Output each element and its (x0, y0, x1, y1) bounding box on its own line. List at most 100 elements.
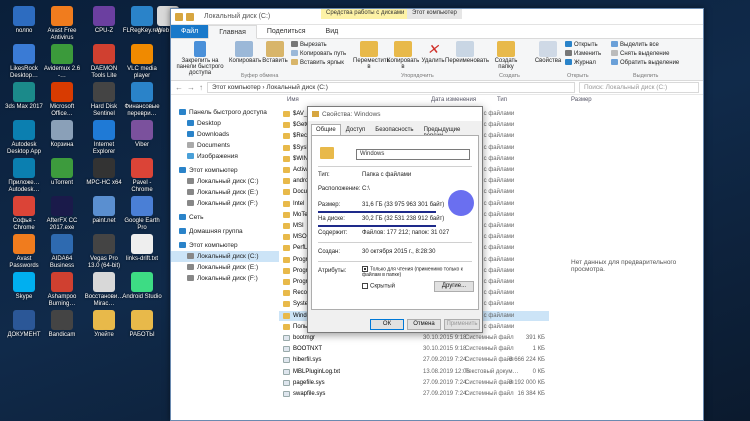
desktop-icon[interactable]: AIDA64 Business (42, 234, 82, 270)
desktop-icon[interactable]: Софья - Chrome (4, 196, 44, 232)
folder-icon[interactable] (186, 12, 194, 21)
copy-path-button[interactable]: Копировать путь (291, 50, 346, 59)
move-to-button[interactable]: Переместить в (353, 41, 390, 70)
desktop-icon[interactable]: Google Earth Pro (122, 196, 162, 232)
desktop-icon[interactable]: Vegas Pro 13.0 (64-bit) (84, 234, 124, 270)
tab-file[interactable]: Файл (171, 25, 209, 38)
file-row[interactable]: bootmgr 30.10.2015 9:18 Системный файл 391 … (279, 333, 549, 343)
tab-home[interactable]: Главная (208, 25, 257, 39)
nav-item[interactable]: Локальный диск (F:) (171, 198, 279, 209)
tab-share[interactable]: Поделиться (257, 25, 316, 38)
open-button[interactable]: Открыть (565, 41, 598, 50)
desktop-icon[interactable]: uTorrent (42, 158, 82, 187)
desktop-icon[interactable]: nолпо (4, 6, 44, 35)
nav-item[interactable]: Локальный диск (C:) (171, 176, 279, 187)
desktop-icon[interactable]: Microsoft Office… (42, 82, 82, 118)
nav-item[interactable]: Домашняя группа (171, 226, 279, 237)
desktop-icon[interactable]: AfterFX CC 2017.exe (42, 196, 82, 232)
back-icon[interactable]: ← (175, 83, 183, 92)
new-folder-button[interactable]: Создать папку (491, 41, 521, 70)
desktop-icon[interactable]: Pavel - Chrome (122, 158, 162, 194)
tab-view[interactable]: Вид (316, 25, 349, 38)
desktop-icon[interactable]: VLC media player (122, 44, 162, 80)
nav-item[interactable]: Сеть (171, 212, 279, 223)
nav-item[interactable]: Desktop (171, 118, 279, 129)
file-date: 27.09.2019 7:24 (423, 379, 467, 386)
hidden-checkbox-box[interactable] (362, 283, 368, 289)
column-type[interactable]: Тип (497, 97, 507, 103)
nav-item[interactable]: Локальный диск (F:) (171, 273, 279, 284)
desktop-icon[interactable]: 3ds Max 2017 (4, 82, 44, 111)
invert-selection-button[interactable]: Обратить выделение (611, 59, 679, 68)
nav-item[interactable]: Downloads (171, 129, 279, 140)
address-bar[interactable]: Этот компьютер › Локальный диск (C:) (207, 82, 575, 93)
column-date[interactable]: Дата изменения (431, 97, 476, 103)
desktop-icon[interactable]: MPC-HC x64 (84, 158, 124, 187)
desktop-icon[interactable]: Финансовые переври… (122, 82, 162, 118)
pin-button[interactable]: Закрепить на панели быстрого доступа (175, 41, 225, 76)
nav-item[interactable]: Этот компьютер (171, 240, 279, 251)
column-size[interactable]: Размер (571, 97, 592, 103)
desktop-icon[interactable]: LikesRock Desktop… (4, 44, 44, 80)
edit-button[interactable]: Изменить (565, 50, 601, 59)
desktop-icon[interactable]: Avast Free Antivirus (42, 6, 82, 42)
search-input[interactable]: Поиск: Локальный диск (C:) (579, 82, 699, 93)
copy-to-button[interactable]: Копировать в (387, 41, 419, 70)
ok-button[interactable]: ОК (370, 319, 404, 330)
desktop-icon[interactable]: Корзина (42, 120, 82, 149)
desktop-icon[interactable]: Hard Disk Sentinel (84, 82, 124, 118)
paste-button[interactable]: Вставить (261, 41, 289, 64)
nav-item[interactable]: Локальный диск (C:) (171, 251, 279, 262)
save-icon[interactable] (175, 12, 183, 21)
desktop-icon[interactable]: paint.net (84, 196, 124, 225)
forward-icon[interactable]: → (187, 83, 195, 92)
select-all-button[interactable]: Выделить все (611, 41, 659, 50)
desktop-icon[interactable]: Bandicam (42, 310, 82, 339)
select-none-button[interactable]: Снять выделение (611, 50, 669, 59)
cancel-button[interactable]: Отмена (407, 319, 441, 330)
desktop-icon[interactable]: Autodesk Desktop App (4, 120, 44, 156)
desktop-icon[interactable]: Skype (4, 272, 44, 301)
desktop-icon[interactable]: РАБОТЫ (122, 310, 162, 339)
hidden-checkbox[interactable]: Скрытый (362, 283, 395, 290)
desktop-icon[interactable]: Viber (122, 120, 162, 149)
nav-item[interactable]: Панель быстрого доступа (171, 107, 279, 118)
nav-item[interactable]: Локальный диск (E:) (171, 187, 279, 198)
desktop-icon[interactable]: Приложе… Autodesk… (4, 158, 44, 194)
desktop-icon[interactable]: Улейте (84, 310, 124, 339)
desktop-icon[interactable]: ДОКУМЕНТ (4, 310, 44, 339)
context-tab-this-pc[interactable]: Этот компьютер (407, 9, 462, 19)
rename-button[interactable]: Переименовать (445, 41, 489, 64)
desktop-icon[interactable]: Avidemux 2.6 -… (42, 44, 82, 80)
nav-item[interactable]: Этот компьютер (171, 165, 279, 176)
folder-name-field[interactable]: Windows (356, 149, 470, 160)
desktop-icon[interactable]: CPU-Z (84, 6, 124, 35)
readonly-checkbox[interactable]: Только для чтения (применимо только к фа… (362, 266, 474, 278)
context-tab-drive-tools[interactable]: Средства работы с дисками (321, 9, 410, 19)
apply-button[interactable]: Применить (444, 319, 480, 330)
file-row[interactable]: hiberfil.sys 27.09.2019 7:24 Системный фай… (279, 355, 549, 365)
cut-button[interactable]: Вырезать (291, 41, 327, 50)
desktop-icon[interactable]: DAEMON Tools Lite (84, 44, 124, 80)
desktop-icon[interactable]: links-drift.txt (122, 234, 162, 263)
desktop-icon[interactable]: Android Studio (122, 272, 162, 301)
delete-button[interactable]: ✕ Удалить (421, 41, 445, 64)
properties-button[interactable]: Свойства (533, 41, 563, 64)
nav-item[interactable]: Documents (171, 140, 279, 151)
copy-button[interactable]: Копировать (229, 41, 261, 64)
other-attributes-button[interactable]: Другие... (434, 281, 474, 292)
column-name[interactable]: Имя (287, 97, 299, 103)
file-row[interactable]: BOOTNXT 30.10.2015 9:18 Системный файл 1 КБ (279, 344, 549, 354)
file-row[interactable]: swapfile.sys 27.09.2019 7:24 Системный фай… (279, 389, 549, 399)
file-row[interactable]: MBLPluginLog.txt 13.08.2019 12:06 Текстовы… (279, 367, 549, 377)
up-icon[interactable]: ↑ (199, 83, 203, 92)
paste-shortcut-button[interactable]: Вставить ярлык (291, 59, 344, 68)
file-row[interactable]: pagefile.sys 27.09.2019 7:24 Системный фай… (279, 378, 549, 388)
desktop-icon[interactable]: Восстанови… Mirac… (84, 272, 124, 308)
desktop-icon[interactable]: Avast Passwords (4, 234, 44, 270)
desktop-icon[interactable]: Ashampoo Burning… (42, 272, 82, 308)
nav-item[interactable]: Локальный диск (E:) (171, 262, 279, 273)
journal-button[interactable]: Журнал (565, 59, 596, 68)
nav-item[interactable]: Изображения (171, 151, 279, 162)
desktop-icon[interactable]: Internet Explorer (84, 120, 124, 156)
